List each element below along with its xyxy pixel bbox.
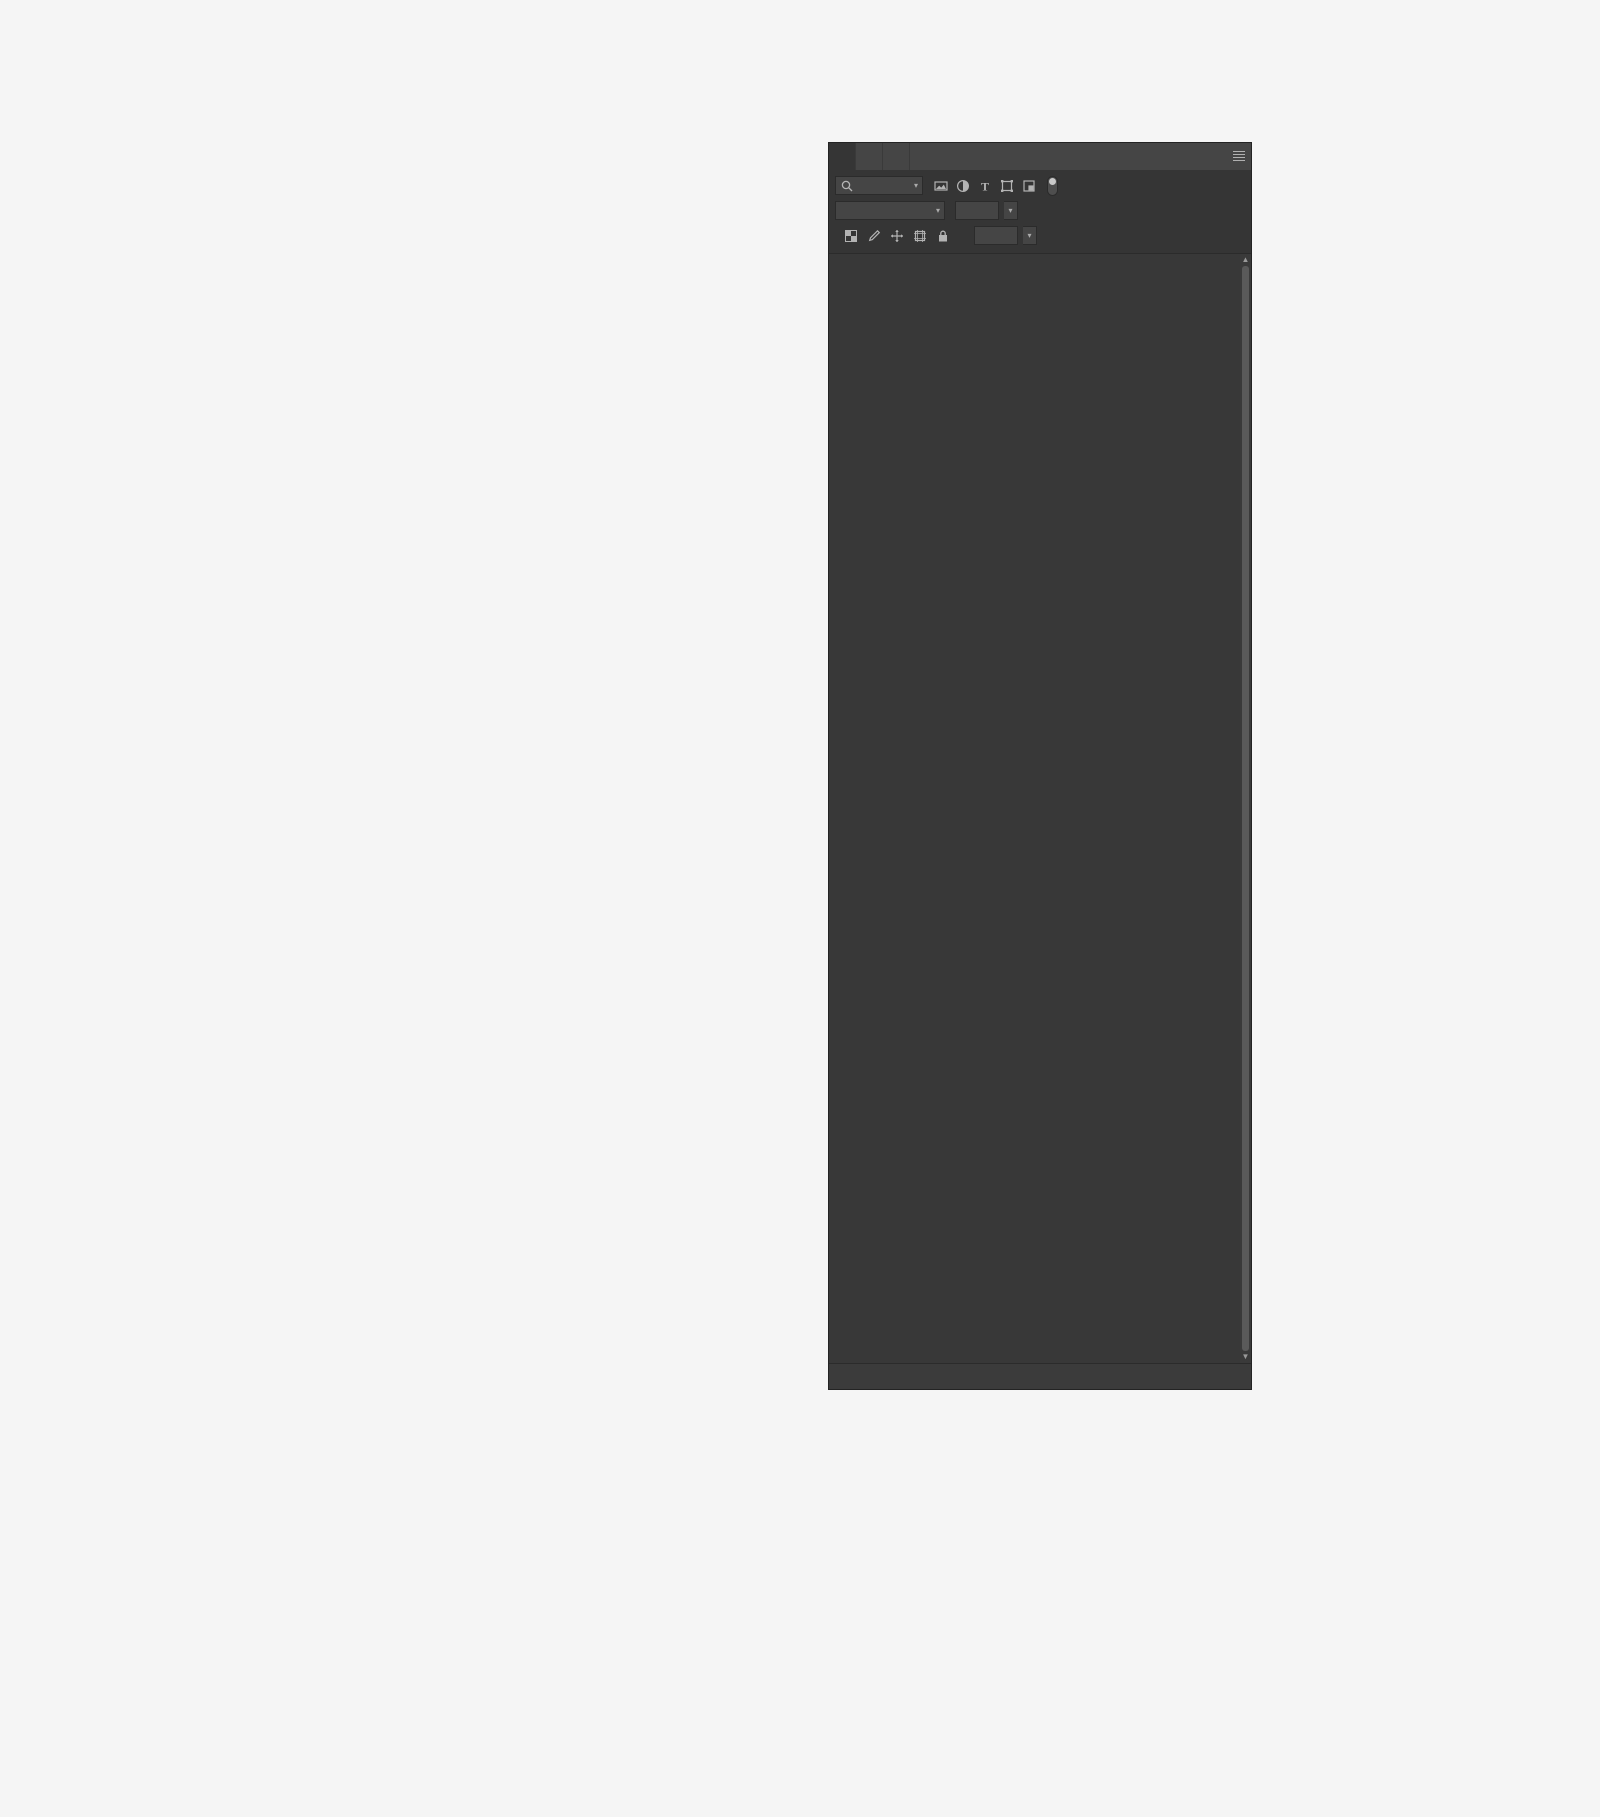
chevron-down-icon: ▾ [935,206,940,215]
svg-text:T: T [981,179,989,193]
fill-stepper-caret[interactable]: ▾ [1023,226,1037,245]
smart-object-filter-icon[interactable] [1022,179,1036,193]
pixel-layer-filter-icon[interactable] [934,179,948,193]
shape-layer-filter-icon[interactable] [1000,179,1014,193]
lock-all-icon[interactable] [936,229,950,243]
lock-icon-group [844,229,950,243]
lock-image-pixels-icon[interactable] [867,229,881,243]
lock-transparent-pixels-icon[interactable] [844,229,858,243]
blend-row: ▾ ▾ [835,200,1245,221]
scroll-up-icon[interactable]: ▲ [1240,254,1251,266]
opacity-stepper-caret[interactable]: ▾ [1004,201,1018,220]
fill-input[interactable] [974,226,1018,245]
lock-row: ▾ [835,225,1245,246]
scrollbar-thumb[interactable] [1242,266,1249,1351]
blend-mode-select[interactable]: ▾ [835,201,945,220]
render-pass-grid [0,0,828,1817]
layer-rows-container [829,254,1240,1363]
filter-toggle-switch[interactable] [1047,175,1058,196]
layers-panel: ▾ T ▾ ▾ ▾ ▲ ▼ [828,142,1252,1390]
search-icon [841,180,853,191]
adjustment-layer-filter-icon[interactable] [956,179,970,193]
layers-panel-footer [829,1363,1251,1389]
kind-filter-select[interactable]: ▾ [835,176,923,195]
panel-tab-bar [829,143,1251,170]
tab-channels[interactable] [883,143,910,170]
lock-position-icon[interactable] [890,229,904,243]
layer-list-scrollbar[interactable]: ▲ ▼ [1240,254,1251,1363]
tab-layers[interactable] [829,143,856,170]
lock-artboard-nesting-icon[interactable] [913,229,927,243]
opacity-input[interactable] [955,201,999,220]
filter-row: ▾ T [835,175,1245,196]
tab-paths[interactable] [856,143,883,170]
scroll-down-icon[interactable]: ▼ [1240,1351,1251,1363]
panel-menu-icon[interactable] [1233,151,1245,161]
chevron-down-icon: ▾ [913,181,918,190]
type-layer-filter-icon[interactable]: T [978,179,992,193]
filter-type-icons: T [934,179,1036,193]
layer-list[interactable]: ▲ ▼ [829,253,1251,1363]
panel-controls: ▾ T ▾ ▾ ▾ [829,170,1251,253]
